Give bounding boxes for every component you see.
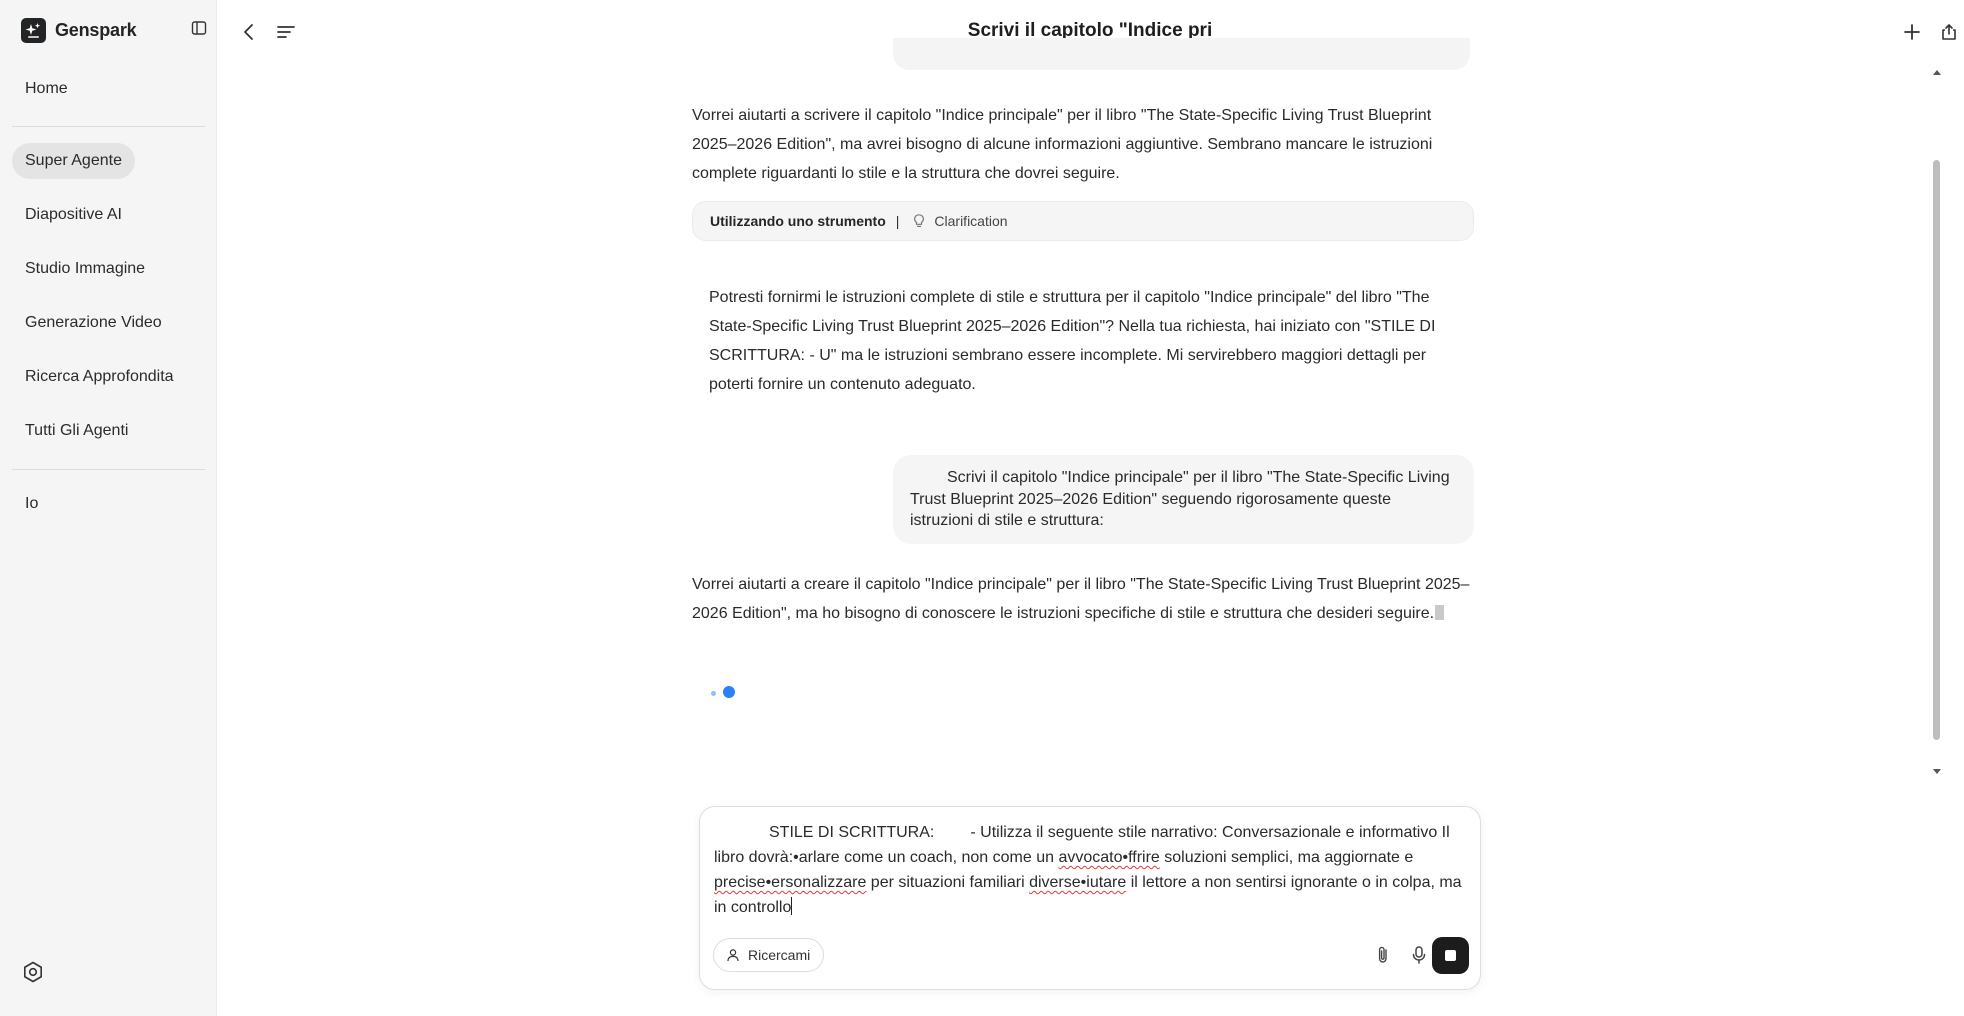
brand[interactable]: Genspark xyxy=(21,17,137,43)
sidebar-item-home[interactable]: Home xyxy=(12,71,81,107)
sidebar: Genspark Home Super Agente Diapositive A… xyxy=(0,0,217,1016)
sidebar-item-diapositive-ai[interactable]: Diapositive AI xyxy=(12,197,135,233)
scrollbar-thumb[interactable] xyxy=(1933,160,1940,740)
typing-caret xyxy=(1435,605,1445,620)
sidebar-item-tutti-gli-agenti[interactable]: Tutti Gli Agenti xyxy=(12,413,141,449)
plus-icon[interactable] xyxy=(1901,21,1923,43)
loading-dot-icon xyxy=(711,691,716,696)
assistant-message-text: Vorrei aiutarti a creare il capitolo "In… xyxy=(692,576,1470,622)
sidebar-item-label: Tutti Gli Agenti xyxy=(25,422,129,439)
input-text-segment: soluzioni semplici, ma aggiornate e xyxy=(1159,849,1414,866)
person-icon xyxy=(726,948,740,962)
paperclip-icon[interactable] xyxy=(1372,944,1394,966)
tool-name: Clarification xyxy=(934,213,1008,229)
tool-usage-label: Utilizzando uno strumento xyxy=(710,213,886,229)
clarification-message: Potresti fornirmi le istruzioni complete… xyxy=(709,289,1436,393)
settings-icon[interactable] xyxy=(21,960,45,984)
sidebar-item-super-agente[interactable]: Super Agente xyxy=(12,143,135,179)
sidebar-item-label: Generazione Video xyxy=(25,314,162,331)
input-text-segment: STILE DI SCRITTURA: xyxy=(769,824,935,841)
microphone-icon[interactable] xyxy=(1408,944,1430,966)
previous-message-bubble xyxy=(893,38,1470,70)
message-composer[interactable]: STILE DI SCRITTURA: - Utilizza il seguent… xyxy=(699,806,1481,990)
sidebar-item-label: Ricerca Approfondita xyxy=(25,368,174,385)
sidebar-item-label: Super Agente xyxy=(25,152,122,169)
sidebar-item-label: Diapositive AI xyxy=(25,206,122,223)
scroll-down-arrow-icon[interactable] xyxy=(1931,764,1943,774)
sidebar-item-label: Io xyxy=(25,495,39,512)
user-message-bubble: Scrivi il capitolo "Indice principale" p… xyxy=(893,455,1474,544)
genspark-logo-icon xyxy=(21,17,46,43)
sidebar-item-label: Home xyxy=(25,80,68,97)
stop-button[interactable] xyxy=(1432,937,1469,974)
back-icon[interactable] xyxy=(238,21,260,43)
sidebar-item-io[interactable]: Io xyxy=(12,486,51,522)
menu-icon[interactable] xyxy=(275,21,297,43)
assistant-message: Vorrei aiutarti a scrivere il capitolo "… xyxy=(692,107,1433,182)
sidebar-item-generazione-video[interactable]: Generazione Video xyxy=(12,305,175,341)
tool-usage-bar[interactable]: Utilizzando uno strumento | Clarificatio… xyxy=(692,201,1474,241)
sidebar-item-studio-immagine[interactable]: Studio Immagine xyxy=(12,251,158,287)
sidebar-toggle-icon[interactable] xyxy=(191,20,207,36)
ricercami-button[interactable]: Ricercami xyxy=(713,938,825,972)
sidebar-item-label: Studio Immagine xyxy=(25,260,146,277)
divider xyxy=(12,469,205,470)
misspelled-word: avvocato•ffrire xyxy=(1058,849,1160,866)
message-input[interactable]: STILE DI SCRITTURA: - Utilizza il seguent… xyxy=(714,820,1466,920)
assistant-message-streaming: Vorrei aiutarti a creare il capitolo "In… xyxy=(692,570,1474,628)
share-icon[interactable] xyxy=(1938,21,1960,43)
brand-name: Genspark xyxy=(55,19,137,40)
ricercami-label: Ricercami xyxy=(748,947,811,963)
user-message-text: Scrivi il capitolo "Indice principale" p… xyxy=(910,469,1450,529)
loading-dot-icon xyxy=(723,686,735,698)
input-text-segment: per situazioni familiari xyxy=(866,874,1030,891)
misspelled-word: diverse•iutare xyxy=(1029,874,1127,891)
divider xyxy=(12,126,205,127)
lightbulb-icon xyxy=(911,213,927,229)
text-cursor xyxy=(791,897,793,915)
sidebar-item-ricerca-approfondita[interactable]: Ricerca Approfondita xyxy=(12,359,187,395)
scroll-up-arrow-icon[interactable] xyxy=(1931,64,1943,75)
tool-separator: | xyxy=(895,213,900,229)
misspelled-word: precise•ersonalizzare xyxy=(714,874,867,891)
stop-icon xyxy=(1445,950,1456,961)
